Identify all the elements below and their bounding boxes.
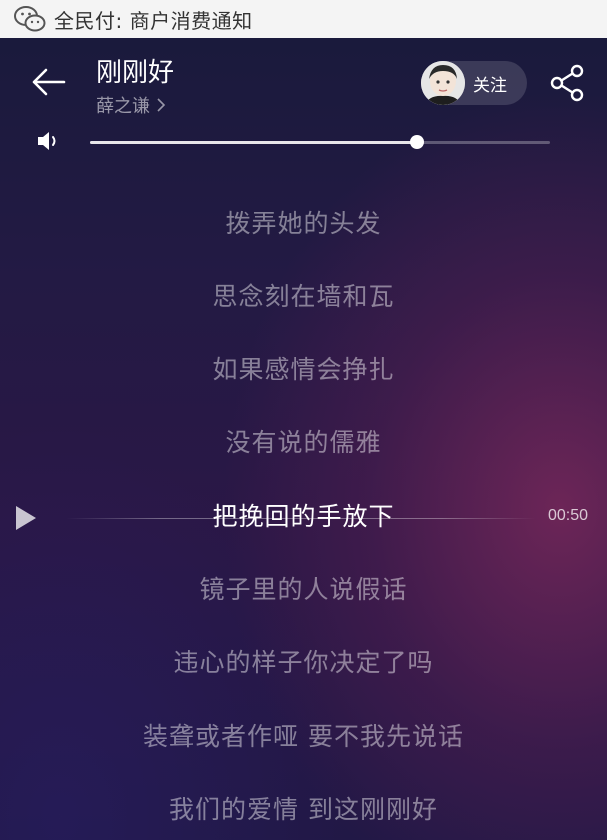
seek-guide-line: [66, 518, 536, 519]
back-arrow-icon: [32, 68, 66, 96]
lyric-line: 拨弄她的头发: [225, 209, 382, 238]
lyric-line: 如果感情会挣扎: [212, 355, 395, 384]
volume-icon[interactable]: [36, 130, 62, 152]
volume-slider[interactable]: [90, 135, 550, 149]
lyric-line: 镜子里的人说假话: [199, 575, 408, 604]
follow-button[interactable]: 关注: [421, 61, 527, 105]
back-button[interactable]: [28, 62, 68, 102]
volume-thumb[interactable]: [409, 135, 424, 149]
lyric-line: 违心的样子你决定了吗: [173, 648, 434, 677]
lyric-seek-row: 00:50: [0, 498, 607, 538]
artist-avatar: [421, 61, 465, 105]
seek-time: 00:50: [548, 507, 589, 524]
notification-bar[interactable]: 全民付: 商户消费通知: [0, 0, 607, 38]
lyric-line: 没有说的儒雅: [225, 428, 382, 457]
lyric-line: 装聋或者作哑 要不我先说话: [143, 722, 464, 751]
share-icon[interactable]: [548, 64, 586, 102]
lyrics-player: 刚刚好 薛之谦 关注 拨弄她的头发 思念刻在墙和瓦 如果感情会挣扎 没有说的儒雅…: [0, 38, 607, 840]
lyric-line: 思念刻在墙和瓦: [212, 282, 395, 311]
chevron-right-icon: [157, 98, 166, 112]
play-from-line-icon[interactable]: [14, 504, 38, 532]
artist-name: 薛之谦: [96, 96, 150, 117]
lyric-line: 我们的爱情 到这刚刚好: [169, 795, 438, 824]
artist-link[interactable]: 薛之谦: [96, 92, 166, 118]
wechat-icon: [14, 6, 46, 32]
follow-label: 关注: [473, 75, 507, 96]
song-title: 刚刚好: [96, 58, 175, 88]
notification-text: 全民付: 商户消费通知: [54, 8, 253, 33]
volume-fill: [90, 141, 417, 144]
